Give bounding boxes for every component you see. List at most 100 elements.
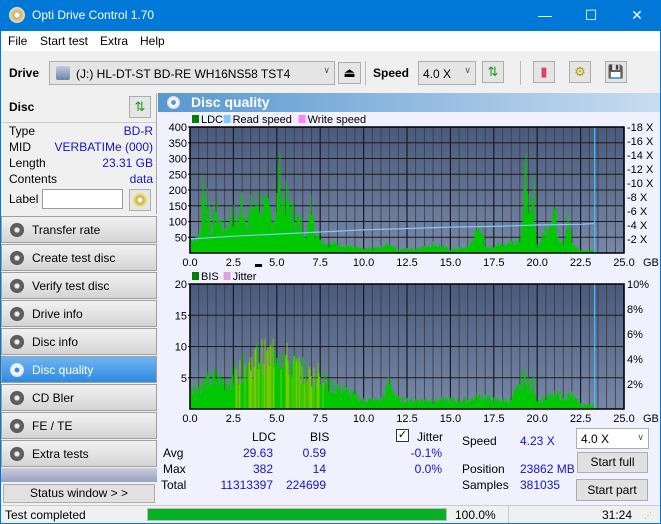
nav-extra-tests[interactable]: Extra tests: [1, 440, 157, 467]
disc-contents-row: Contents data: [9, 172, 153, 188]
nav-label: FE / TE: [32, 419, 73, 433]
speed-label: Speed: [373, 66, 410, 80]
x-tick-label: 25.0: [613, 413, 634, 425]
x-tick-label: 25.0: [613, 257, 634, 269]
x-tick-label: 5.0: [269, 413, 284, 425]
settings-button[interactable]: ⚙: [569, 61, 591, 83]
panel-header: Disc quality: [158, 93, 660, 112]
x-tick-label: 2.5: [226, 257, 241, 269]
y2-tick-label: -4 X: [627, 220, 648, 232]
verify-disc-icon: [10, 279, 24, 293]
jitter-label: Jitter: [417, 430, 444, 444]
y2-tick-label: 6%: [627, 329, 643, 341]
eject-icon: ⏏: [343, 65, 356, 80]
start-full-button[interactable]: Start full: [577, 452, 648, 473]
maximize-button[interactable]: ☐: [568, 0, 614, 31]
legend-swatch-ldc: [192, 115, 199, 123]
chevron-down-icon: ∨: [637, 432, 644, 442]
y2-tick-label: -6 X: [627, 206, 648, 218]
y-tick-label: 200: [169, 185, 187, 197]
floppy-disk-icon: 💾: [607, 64, 625, 79]
y2-tick-label: -8 X: [627, 192, 648, 204]
menu-extra[interactable]: Extra: [100, 34, 128, 48]
save-button[interactable]: 💾: [605, 61, 627, 83]
y-tick-label: 350: [169, 138, 187, 150]
y-tick-label: 20: [175, 279, 187, 291]
disc-label-button[interactable]: [129, 189, 151, 211]
total-bis: 224699: [285, 478, 326, 492]
avg-jitter: -0.1%: [410, 446, 442, 460]
x-tick-label: 0.0: [182, 413, 197, 425]
minimize-button[interactable]: —: [522, 0, 568, 31]
menu-help[interactable]: Help: [140, 34, 165, 48]
jitter-checkbox[interactable]: ✓: [396, 429, 409, 442]
nav-drive-info[interactable]: Drive info: [1, 300, 157, 327]
close-button[interactable]: ✕: [614, 0, 660, 31]
refresh-arrows-icon: ⇅: [134, 99, 146, 114]
legend-label: Write speed: [308, 114, 367, 126]
disc-mid-key: MID: [9, 140, 31, 154]
erase-button[interactable]: ▮: [533, 61, 555, 83]
toolbar-divider: [520, 61, 521, 85]
avg-label: Avg: [163, 446, 184, 460]
x-tick-label: 2.5: [226, 413, 241, 425]
nav-verify-test-disc[interactable]: Verify test disc: [1, 272, 157, 299]
y-tick-label: 400: [169, 122, 187, 134]
transfer-rate-icon: [10, 223, 24, 237]
start-part-button[interactable]: Start part: [576, 479, 648, 501]
gears-icon: ⚙: [574, 64, 586, 79]
divider: [508, 506, 509, 523]
status-window-button[interactable]: Status window > >: [3, 484, 155, 503]
y-tick-label: 15: [175, 310, 187, 322]
drive-select[interactable]: (J:) HL-DT-ST BD-RE WH16NS58 TST4 ∨: [49, 61, 335, 85]
drive-label: Drive: [9, 66, 40, 80]
speed-select[interactable]: 4.0 X ∨: [418, 61, 476, 85]
position-label: Position: [462, 462, 505, 476]
x-tick-label: 7.5: [313, 413, 328, 425]
refresh-button[interactable]: ⇅: [482, 61, 504, 83]
menu-bar: File Start test Extra Help: [1, 31, 660, 51]
y2-tick-label: 8%: [627, 304, 643, 316]
disc-label-input[interactable]: [42, 189, 123, 209]
nav-label: Disc quality: [32, 363, 94, 377]
x-tick-label: 20.0: [526, 257, 547, 269]
nav-disc-info[interactable]: Disc info: [1, 328, 157, 355]
avg-bis: 0.59: [302, 446, 326, 460]
chevron-down-icon: ∨: [323, 65, 330, 75]
eject-button[interactable]: ⏏: [338, 62, 361, 84]
test-speed-select[interactable]: 4.0 X ∨: [576, 428, 649, 449]
nav-fe-te[interactable]: FE / TE: [1, 412, 157, 439]
y-tick-label: 250: [169, 169, 187, 181]
nav-disc-quality[interactable]: Disc quality: [1, 356, 157, 383]
nav-cd-bler[interactable]: CD Bler: [1, 384, 157, 411]
legend-label: Read speed: [233, 114, 292, 126]
samples-value: 381035: [520, 478, 561, 492]
menu-file[interactable]: File: [8, 34, 27, 48]
x-tick-label: 0.0: [182, 257, 197, 269]
speed-value: 4.0 X: [423, 67, 452, 81]
legend-label: LDC: [201, 114, 223, 126]
legend-swatch-jitter: [223, 272, 231, 280]
nav-transfer-rate[interactable]: Transfer rate: [1, 216, 157, 243]
legend-label: Jitter: [233, 271, 257, 283]
menu-start-test[interactable]: Start test: [40, 34, 88, 48]
x-tick-label: 15.0: [440, 257, 461, 269]
disc-label-key: Label: [9, 192, 39, 206]
y-tick-label: 50: [175, 232, 187, 244]
x-tick-label: 10.0: [353, 413, 374, 425]
disc-contents-key: Contents: [9, 172, 58, 186]
disc-refresh-button[interactable]: ⇅: [129, 96, 151, 118]
y-tick-label: 5: [181, 373, 187, 385]
max-ldc: 382: [252, 462, 273, 476]
chart-bis: BIS Jitter 5 10 15 20 2% 4% 6% 8% 10% 0.0 2.5 5.0 7.5 1…: [175, 271, 659, 425]
status-text: Test completed: [5, 508, 86, 522]
nav-spacer: [1, 468, 157, 482]
resize-grip-icon[interactable]: ⋰: [644, 511, 652, 520]
disc-mid-row: MID VERBATIMe (000): [9, 140, 153, 156]
fe-te-icon: [10, 419, 24, 433]
nav-label: Disc info: [32, 335, 79, 349]
app-disc-icon: [9, 7, 25, 23]
nav-create-test-disc[interactable]: Create test disc: [1, 244, 157, 271]
disc-type-row: Type BD-R: [9, 124, 153, 140]
disc-header: Disc: [9, 100, 35, 114]
